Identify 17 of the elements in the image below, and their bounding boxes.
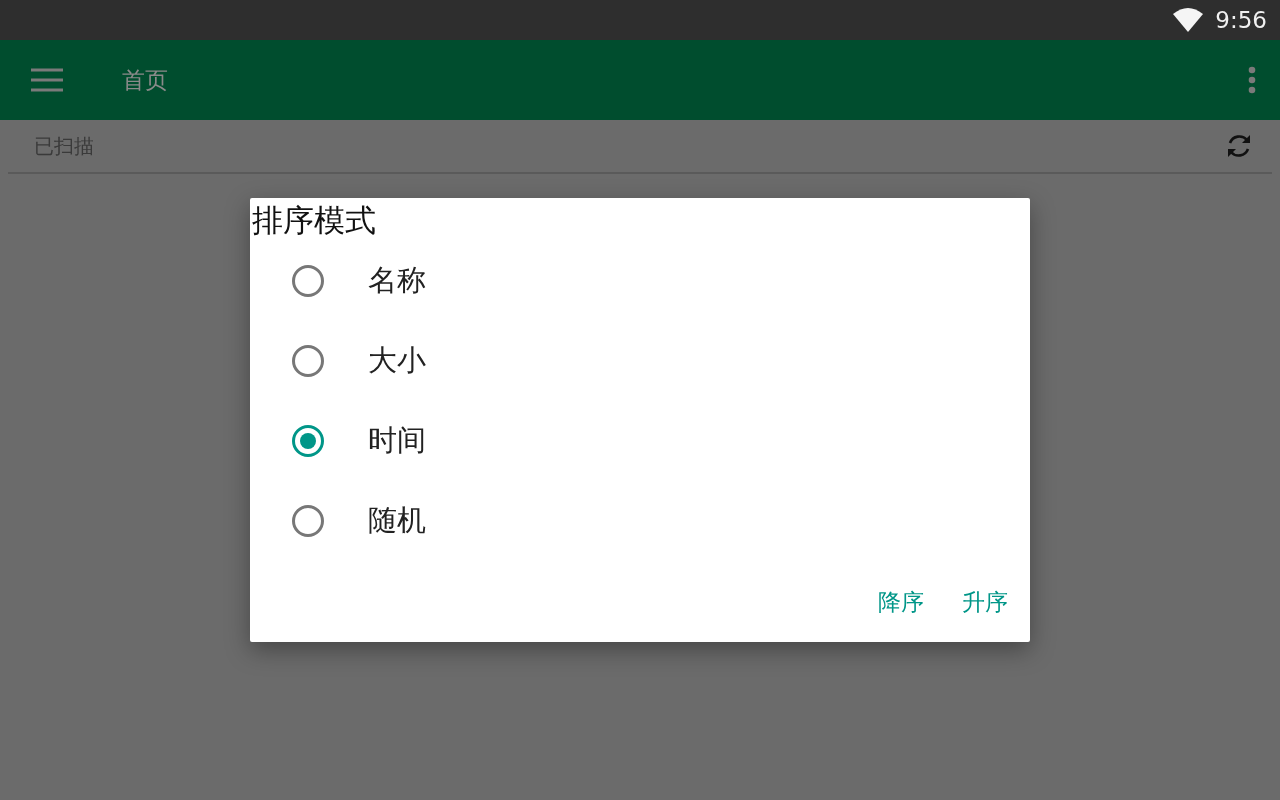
radio-button[interactable] bbox=[292, 505, 324, 537]
more-options-icon[interactable] bbox=[1248, 66, 1256, 94]
app-title: 首页 bbox=[122, 65, 169, 95]
radio-button[interactable] bbox=[292, 265, 324, 297]
clock-time: 9:56 bbox=[1215, 7, 1267, 33]
wifi-icon bbox=[1173, 8, 1204, 32]
option-label: 随机 bbox=[368, 502, 426, 539]
menu-icon[interactable] bbox=[30, 68, 64, 92]
radio-button[interactable] bbox=[292, 425, 324, 457]
option-label: 时间 bbox=[368, 422, 426, 459]
dialog-title: 排序模式 bbox=[252, 201, 376, 240]
option-label: 大小 bbox=[368, 342, 426, 379]
dialog-button[interactable]: 升序 bbox=[950, 578, 1020, 626]
refresh-icon[interactable] bbox=[1226, 133, 1252, 159]
radio-button[interactable] bbox=[292, 345, 324, 377]
dialog-button[interactable]: 降序 bbox=[866, 578, 936, 626]
option-label: 名称 bbox=[368, 262, 426, 299]
